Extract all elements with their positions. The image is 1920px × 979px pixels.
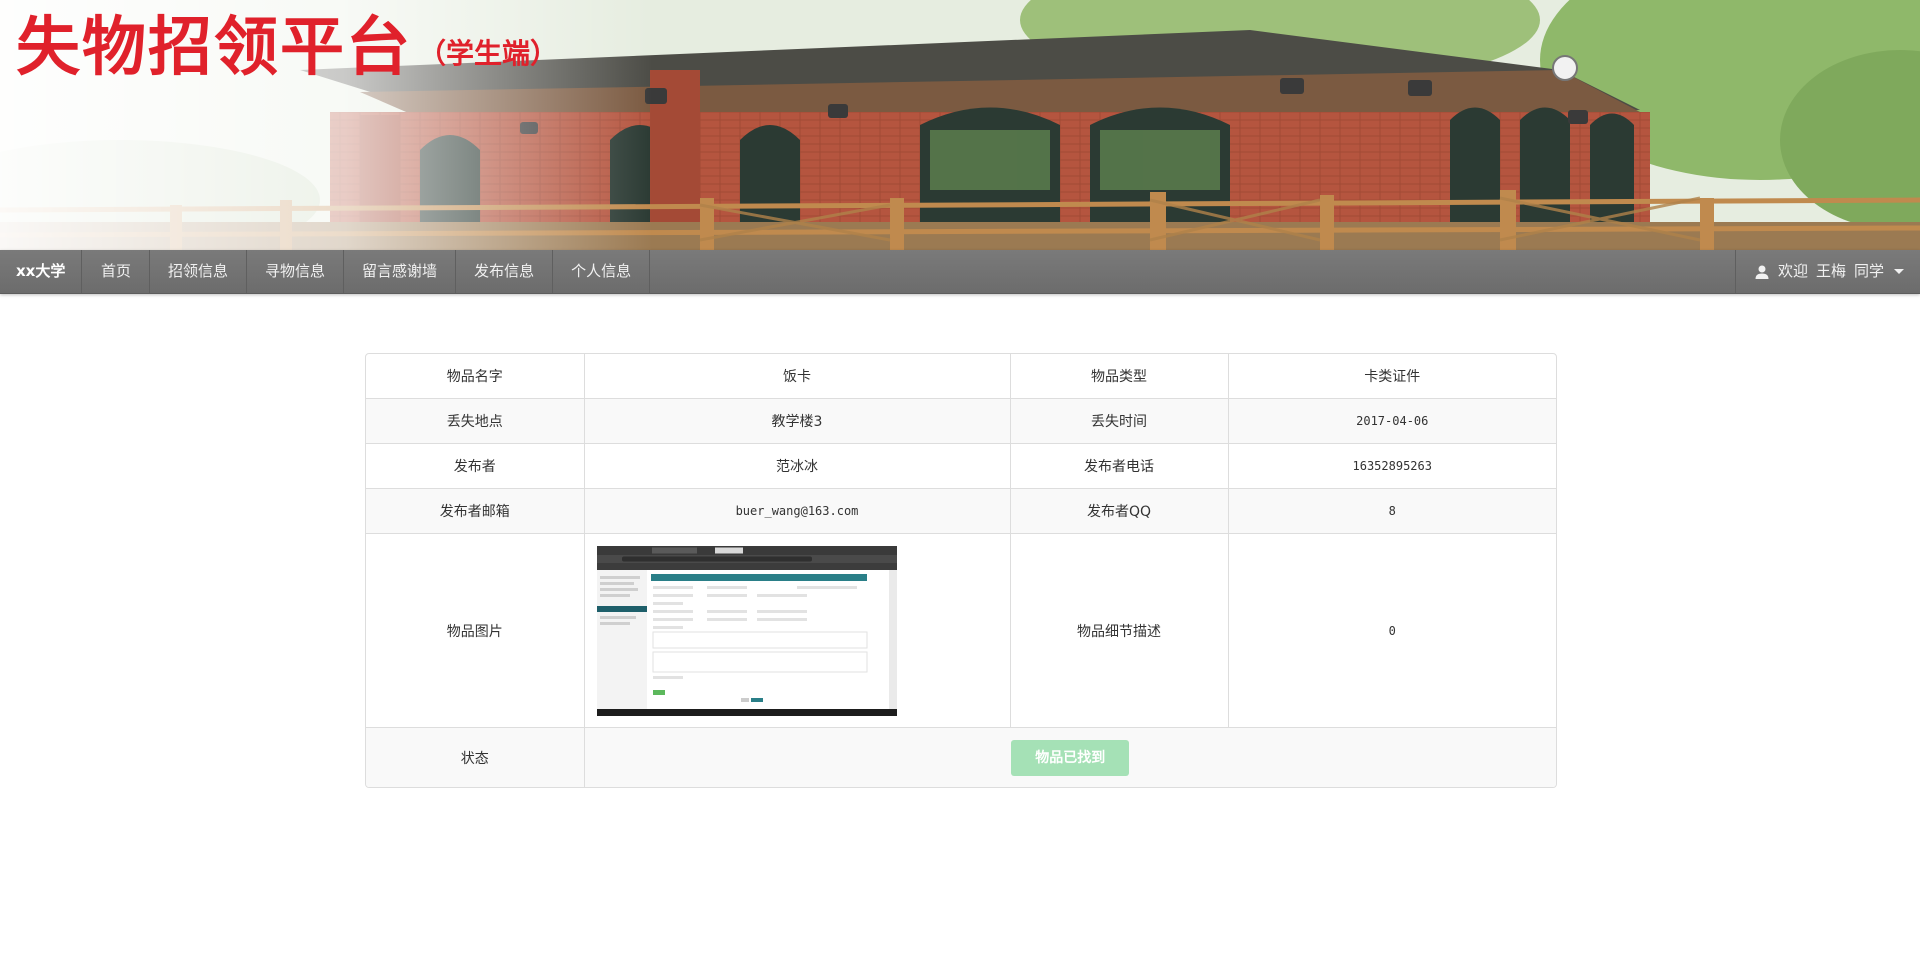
status-cell: 物品已找到: [583, 727, 1556, 787]
nav-item-found-info[interactable]: 招领信息: [150, 250, 248, 293]
item-desc-value: 0: [1227, 533, 1556, 728]
nav-item-home[interactable]: 首页: [83, 250, 151, 293]
lost-time-label: 丢失时间: [1009, 398, 1229, 444]
user-greeting: 欢迎: [1777, 262, 1808, 280]
lost-time-value: 2017-04-06: [1227, 398, 1556, 444]
publisher-qq-value: 8: [1227, 488, 1556, 534]
item-image-cell: [583, 533, 1011, 728]
publisher-value: 范冰冰: [583, 443, 1011, 489]
user-icon: [1755, 265, 1769, 279]
user-menu-dropdown[interactable]: 欢迎 王梅 同学: [1734, 250, 1920, 293]
lost-place-label: 丢失地点: [366, 398, 585, 444]
navbar-brand[interactable]: xx大学: [0, 250, 83, 293]
publisher-email-value: buer_wang@163.com: [583, 488, 1011, 534]
publisher-qq-label: 发布者QQ: [1009, 488, 1229, 534]
user-role: 同学: [1853, 262, 1884, 280]
status-label: 状态: [366, 727, 585, 787]
caret-down-icon: [1894, 269, 1904, 274]
platform-subtitle: （学生端）: [418, 37, 559, 70]
publisher-phone-value: 16352895263: [1227, 443, 1556, 489]
table-row: 状态 物品已找到: [366, 727, 1556, 787]
item-type-value: 卡类证件: [1227, 354, 1556, 399]
nav-item-profile[interactable]: 个人信息: [553, 250, 651, 293]
nav-item-publish[interactable]: 发布信息: [456, 250, 554, 293]
main-navbar: xx大学 首页 招领信息 寻物信息 留言感谢墙 发布信息 个人信息 欢迎 王梅 …: [0, 250, 1920, 294]
nav-item-lost-info[interactable]: 寻物信息: [247, 250, 345, 293]
item-found-button[interactable]: 物品已找到: [1011, 739, 1130, 776]
table-row: 物品名字 饭卡 物品类型 卡类证件: [366, 354, 1556, 399]
table-row: 物品图片 物品细节描述 0: [366, 533, 1556, 728]
publisher-email-label: 发布者邮箱: [366, 488, 585, 534]
table-row: 发布者邮箱 buer_wang@163.com 发布者QQ 8: [366, 488, 1556, 534]
item-name-value: 饭卡: [583, 354, 1011, 399]
item-detail-table: 物品名字 饭卡 物品类型 卡类证件 丢失地点 教学楼3 丢失时间 2017-04…: [365, 353, 1557, 788]
lost-place-value: 教学楼3: [583, 398, 1011, 444]
table-row: 丢失地点 教学楼3 丢失时间 2017-04-06: [366, 398, 1556, 444]
item-type-label: 物品类型: [1009, 354, 1229, 399]
item-name-label: 物品名字: [366, 354, 585, 399]
header-banner: 失物招领平台 （学生端）: [0, 0, 1920, 250]
item-desc-label: 物品细节描述: [1009, 533, 1229, 728]
nav-menu: 首页 招领信息 寻物信息 留言感谢墙 发布信息 个人信息: [83, 250, 651, 293]
table-row: 发布者 范冰冰 发布者电话 16352895263: [366, 443, 1556, 489]
item-image-thumbnail[interactable]: [596, 545, 897, 716]
platform-title: 失物招领平台: [16, 10, 412, 85]
publisher-label: 发布者: [366, 443, 585, 489]
publisher-phone-label: 发布者电话: [1009, 443, 1229, 489]
nav-item-thanks-wall[interactable]: 留言感谢墙: [344, 250, 457, 293]
item-image-label: 物品图片: [366, 533, 585, 728]
user-name: 王梅: [1815, 262, 1846, 280]
